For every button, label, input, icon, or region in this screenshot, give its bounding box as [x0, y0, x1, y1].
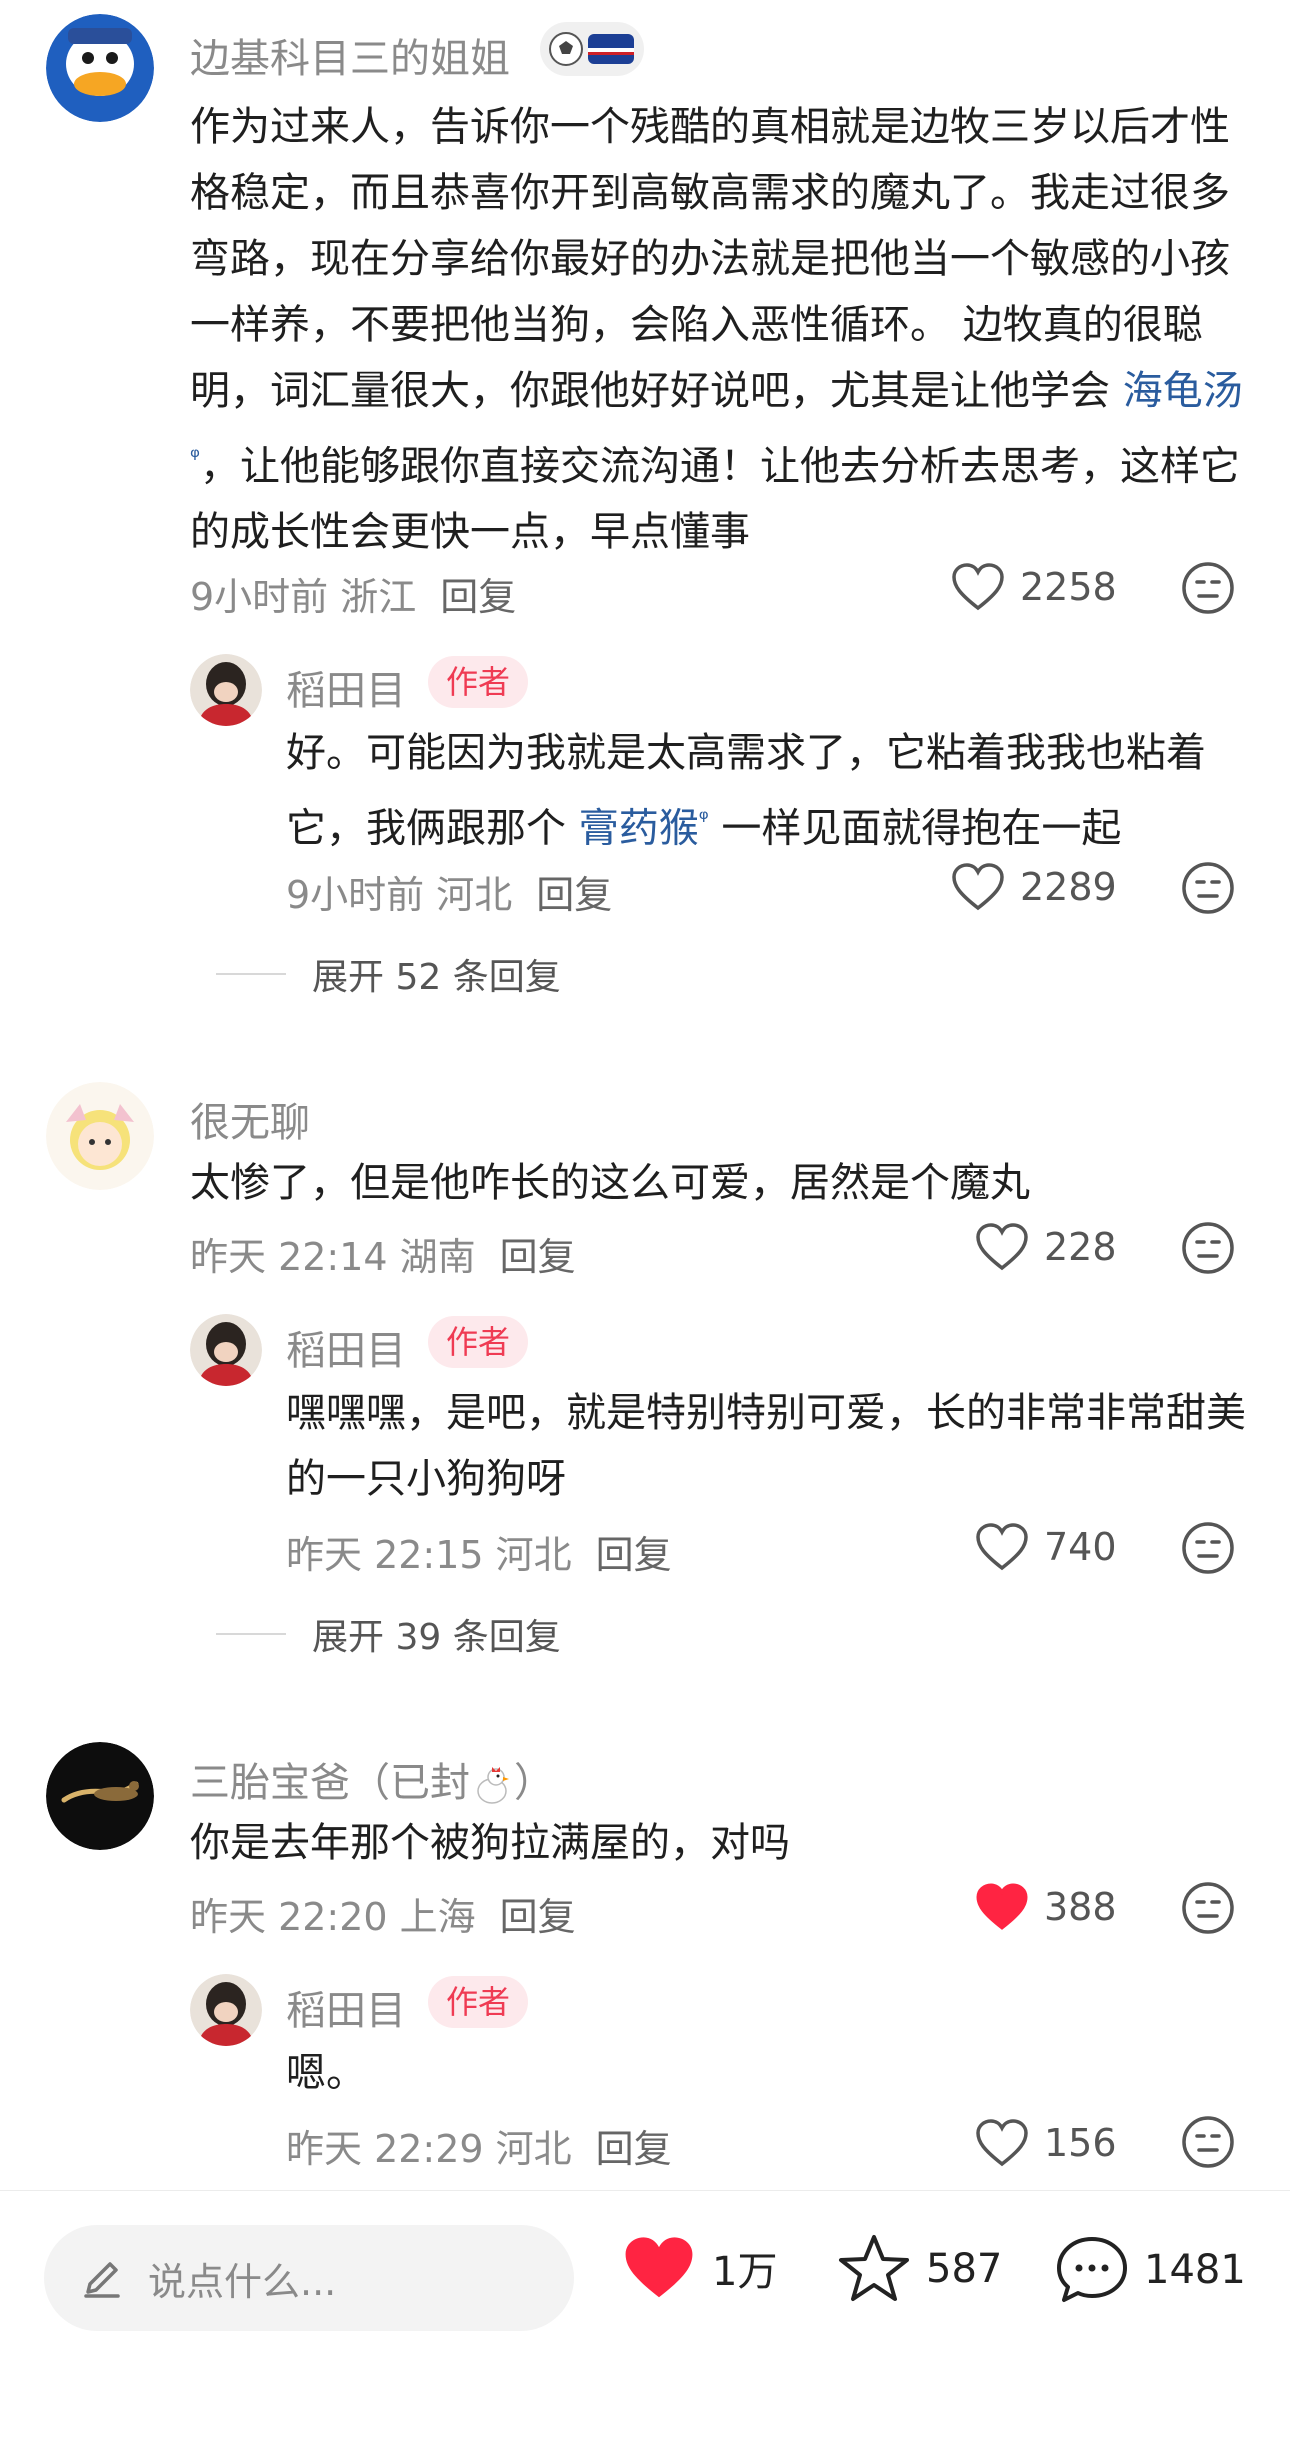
like-button[interactable]: 156 — [974, 2118, 1117, 2168]
soccer-flag-badge-icon — [540, 22, 644, 76]
reply-text: 嘿嘿嘿，是吧，就是特别特别可爱，长的非常非常甜美的一只小狗狗呀 — [286, 1390, 1246, 1502]
comment-count: 1481 — [1144, 2247, 1246, 2293]
favorite-count: 587 — [926, 2246, 1003, 2292]
reply-text: 好。可能因为我就是太高需求了，它粘着我我也粘着它，我俩跟那个 膏药猴ᵠ 一样见面… — [286, 730, 1206, 852]
dislike-face-icon[interactable] — [1180, 560, 1236, 616]
comment-text: 你是去年那个被狗拉满屋的，对吗 — [190, 1820, 790, 1866]
dislike-face-icon[interactable] — [1180, 1520, 1236, 1576]
reply-meta: 昨天 22:29 河北 回复 — [286, 2118, 672, 2173]
search-icon: ᵠ — [698, 805, 709, 833]
like-count: 156 — [1044, 2121, 1117, 2165]
expand-replies-button[interactable]: 展开 52 条回复 — [216, 948, 561, 1000]
comment-meta: 昨天 22:20 上海 回复 — [190, 1886, 576, 1941]
author-badge: 作者 — [428, 1316, 529, 1368]
pencil-icon — [84, 2262, 120, 2298]
reply-time-location: 昨天 22:15 河北 — [286, 1533, 572, 1577]
avatar[interactable] — [46, 14, 154, 122]
author-avatar[interactable] — [190, 654, 262, 726]
reply-button[interactable]: 回复 — [596, 2127, 672, 2171]
chicken-emoji-icon — [470, 1763, 514, 1807]
comment-time-location: 9小时前 浙江 — [190, 575, 417, 619]
heart-filled-icon — [976, 1883, 1028, 1930]
dislike-face-icon[interactable] — [1180, 1220, 1236, 1276]
avatar[interactable] — [46, 1742, 154, 1850]
dislike-face-icon[interactable] — [1180, 1880, 1236, 1936]
reply-username[interactable]: 稻田目 — [286, 658, 406, 716]
like-button[interactable]: 228 — [974, 1222, 1117, 1272]
favorite-button[interactable]: 587 — [836, 2233, 1002, 2305]
like-count: 2258 — [1020, 565, 1117, 609]
like-count: 740 — [1044, 1525, 1117, 1569]
topic-link[interactable]: 膏药猴 — [579, 805, 699, 851]
heart-icon — [625, 2237, 693, 2298]
comment-icon — [1057, 2237, 1127, 2302]
username[interactable]: 边基科目三的姐姐 — [190, 26, 510, 84]
comment-input-placeholder: 说点什么... — [148, 2259, 337, 2304]
dislike-face-icon[interactable] — [1180, 860, 1236, 916]
like-post-button[interactable]: 1万 — [620, 2233, 777, 2303]
reply-meta: 昨天 22:15 河北 回复 — [286, 1524, 672, 1579]
username[interactable]: 三胎宝爸（已封） — [190, 1750, 554, 1808]
heart-icon — [976, 2119, 1028, 2167]
expand-replies-button[interactable]: 展开 39 条回复 — [216, 1608, 561, 1660]
comment-meta: 昨天 22:14 湖南 回复 — [190, 1226, 576, 1281]
author-avatar[interactable] — [190, 1974, 262, 2046]
like-count: 388 — [1044, 1885, 1117, 1929]
heart-icon — [976, 1223, 1028, 1271]
reply-button[interactable]: 回复 — [596, 1533, 672, 1577]
reply-button[interactable]: 回复 — [500, 1235, 576, 1279]
search-icon: ᵠ — [190, 443, 200, 471]
username[interactable]: 很无聊 — [190, 1090, 310, 1148]
comments-button[interactable]: 1481 — [1054, 2233, 1246, 2307]
post-like-count: 1万 — [712, 2249, 778, 2295]
reply-button[interactable]: 回复 — [440, 575, 516, 619]
reply-text: 嗯。 — [286, 2050, 366, 2096]
reply-meta: 9小时前 河北 回复 — [286, 864, 612, 919]
like-button[interactable]: 740 — [974, 1522, 1117, 1572]
like-count: 228 — [1044, 1225, 1117, 1269]
reply-username[interactable]: 稻田目 — [286, 1318, 406, 1376]
author-badge: 作者 — [428, 1976, 529, 2028]
like-button[interactable]: 2289 — [950, 862, 1117, 912]
like-button[interactable]: 2258 — [950, 562, 1117, 612]
author-avatar[interactable] — [190, 1314, 262, 1386]
reply-button[interactable]: 回复 — [500, 1895, 576, 1939]
author-badge: 作者 — [428, 656, 529, 708]
comment-text: 作为过来人，告诉你一个残酷的真相就是边牧三岁以后才性格稳定，而且恭喜你开到高敏高… — [190, 104, 1243, 556]
heart-icon — [952, 863, 1004, 911]
heart-icon — [952, 563, 1004, 611]
reply-time-location: 9小时前 河北 — [286, 873, 513, 917]
comment-time-location: 昨天 22:14 湖南 — [190, 1235, 476, 1279]
star-icon — [839, 2235, 909, 2301]
reply-button[interactable]: 回复 — [536, 873, 612, 917]
topic-link[interactable]: 海龟汤 — [1123, 368, 1243, 414]
dislike-face-icon[interactable] — [1180, 2114, 1236, 2170]
comment-time-location: 昨天 22:20 上海 — [190, 1895, 476, 1939]
divider — [216, 973, 286, 975]
heart-icon — [976, 1523, 1028, 1571]
comment-meta: 9小时前 浙江 回复 — [190, 566, 516, 621]
divider — [216, 1633, 286, 1635]
like-count: 2289 — [1020, 865, 1117, 909]
reply-time-location: 昨天 22:29 河北 — [286, 2127, 572, 2171]
comment-input[interactable]: 说点什么... — [44, 2225, 574, 2331]
avatar[interactable] — [46, 1082, 154, 1190]
comment-text: 太惨了，但是他咋长的这么可爱，居然是个魔丸 — [190, 1160, 1030, 1206]
bottom-action-bar: 说点什么... 1万 587 1481 — [0, 2190, 1290, 2350]
like-button[interactable]: 388 — [974, 1882, 1117, 1932]
reply-username[interactable]: 稻田目 — [286, 1978, 406, 2036]
